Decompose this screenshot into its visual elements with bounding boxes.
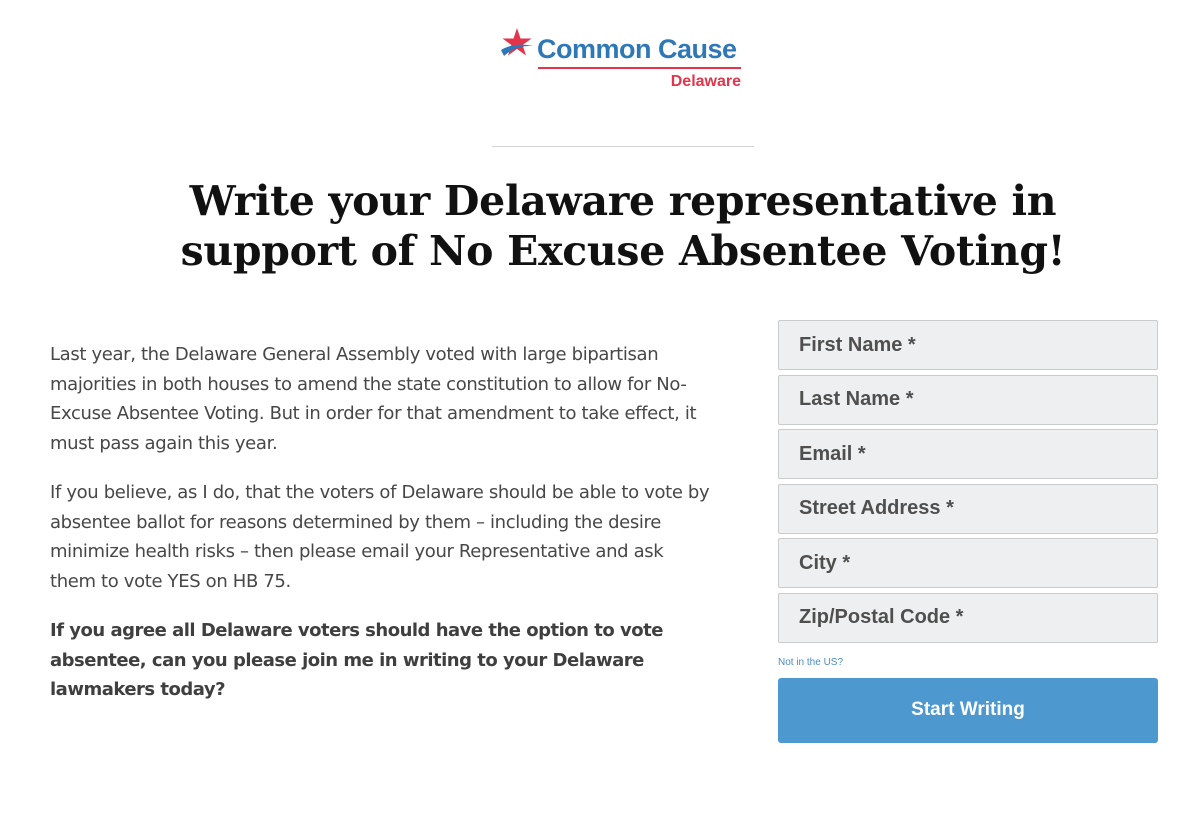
campaign-description: Last year, the Delaware General Assembly… <box>50 340 710 725</box>
star-swoosh-icon <box>501 28 534 56</box>
description-paragraph: Last year, the Delaware General Assembly… <box>50 344 697 454</box>
first-name-field[interactable] <box>778 320 1158 370</box>
not-in-us-link[interactable]: Not in the US? <box>778 657 1158 668</box>
start-writing-button[interactable]: Start Writing <box>778 677 1158 743</box>
last-name-field[interactable] <box>778 374 1158 425</box>
street-address-field[interactable] <box>778 483 1158 534</box>
logo-wordmark: Common Cause <box>537 34 737 64</box>
city-field[interactable] <box>778 538 1158 589</box>
logo-underline <box>538 67 741 69</box>
description-paragraph: If you believe, as I do, that the voters… <box>50 482 710 592</box>
logo-state: Delaware <box>670 73 741 90</box>
email-field[interactable] <box>778 429 1158 480</box>
zip-code-field[interactable] <box>778 592 1158 643</box>
page-title: Write your Delaware representative in su… <box>180 177 1066 275</box>
call-to-action-text: If you agree all Delaware voters should … <box>50 620 663 700</box>
common-cause-logo[interactable]: Common Cause Delaware <box>500 26 760 96</box>
header-divider <box>492 146 754 147</box>
signup-form: Not in the US? Start Writing <box>778 320 1158 743</box>
